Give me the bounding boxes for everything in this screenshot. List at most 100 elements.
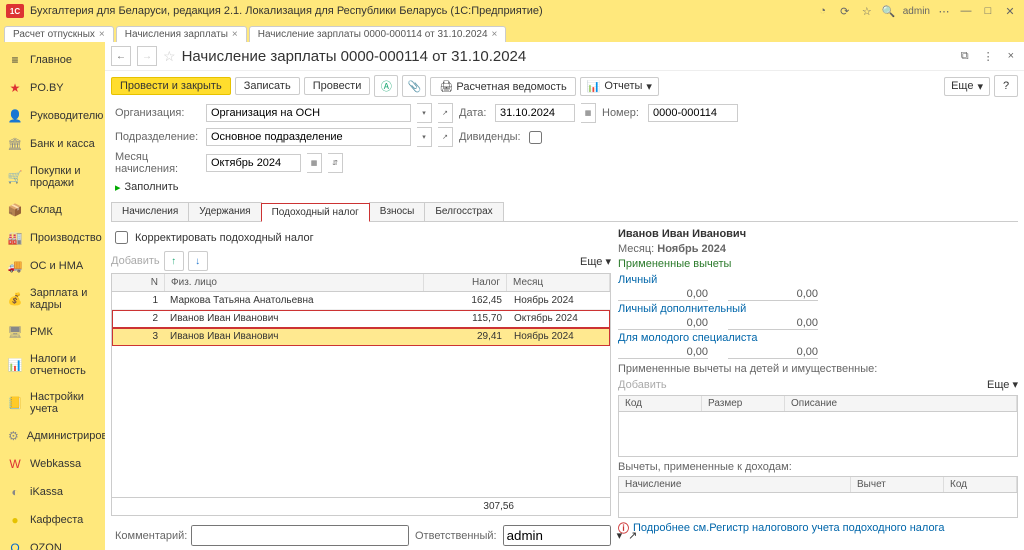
nav-item[interactable]: ★PO.BY [0, 74, 105, 102]
details-pane: Иванов Иван Иванович Месяц: Ноябрь 2024 … [618, 226, 1018, 516]
help-button[interactable]: ? [994, 75, 1018, 97]
children-deduction-grid[interactable]: Код Размер Описание [618, 395, 1018, 457]
nav-item[interactable]: 💰Зарплата и кадры [0, 280, 105, 318]
nav-item[interactable]: 🛒Покупки и продажи [0, 158, 105, 196]
org-input[interactable] [206, 104, 411, 122]
spin-icon[interactable]: ⇵ [328, 153, 343, 173]
nav-item[interactable]: 📦Склад [0, 196, 105, 224]
post-close-button[interactable]: Провести и закрыть [111, 77, 231, 95]
open-icon[interactable]: ↗ [628, 529, 637, 542]
detach-icon[interactable]: ⧉ [957, 50, 973, 63]
favorite-icon[interactable]: ☆ [163, 48, 176, 65]
nav-item[interactable]: ●Каффеста [0, 506, 105, 534]
forward-button[interactable]: → [137, 46, 157, 66]
open-icon[interactable]: ↗ [438, 127, 453, 147]
history-icon[interactable]: ⟳ [837, 3, 853, 19]
date-input[interactable] [495, 104, 575, 122]
table-row[interactable]: 3Иванов Иван Иванович29,41Ноябрь 2024 [112, 328, 610, 346]
dept-input[interactable] [206, 128, 411, 146]
dropdown-icon[interactable]: ▾ [417, 127, 432, 147]
search-icon[interactable]: 🔍 [881, 3, 897, 19]
dividends-checkbox[interactable] [529, 131, 542, 144]
open-icon[interactable]: ↗ [438, 103, 453, 123]
subtab-deductions[interactable]: Удержания [188, 202, 261, 221]
move-up-icon[interactable]: ↑ [164, 251, 184, 271]
user-label[interactable]: admin [903, 3, 930, 19]
number-label: Номер: [602, 107, 642, 119]
document-tabs: Расчет отпускных× Начисления зарплаты× Н… [0, 22, 1024, 42]
tab-close-icon[interactable]: × [492, 29, 498, 40]
fav-icon[interactable]: ☆ [859, 3, 875, 19]
nav-item[interactable]: ≡Главное [0, 46, 105, 74]
month-label: Месяц начисления: [115, 151, 200, 175]
calendar-icon[interactable]: ▦ [581, 103, 596, 123]
tab-current-doc[interactable]: Начисление зарплаты 0000-000114 от 31.10… [249, 26, 507, 42]
tab-payrolls[interactable]: Начисления зарплаты× [116, 26, 247, 42]
personal-link[interactable]: Личный [618, 272, 1018, 288]
dropdown-icon[interactable]: ▾ [617, 529, 623, 542]
nav-item[interactable]: 🚚ОС и НМА [0, 252, 105, 280]
nav-item[interactable]: 🏛Банк и касса [0, 130, 105, 158]
tab-close-icon[interactable]: × [99, 29, 105, 40]
deduction-more-dropdown[interactable]: Еще ▾ [987, 378, 1018, 391]
col-month[interactable]: Месяц [507, 274, 610, 291]
subtab-accruals[interactable]: Начисления [111, 202, 189, 221]
table-row[interactable]: 1Маркова Татьяна Анатольевна162,45Ноябрь… [112, 292, 610, 310]
payroll-sheet-button[interactable]: 🖨 Расчетная ведомость [430, 77, 575, 96]
nav-item[interactable]: 🏭Производство [0, 224, 105, 252]
table-row[interactable]: 2Иванов Иван Иванович115,70Октябрь 2024 [112, 310, 610, 328]
comment-input[interactable] [191, 525, 409, 546]
close-icon[interactable]: ✕ [1002, 3, 1018, 19]
month-input[interactable] [206, 154, 301, 172]
app-logo: 1C [6, 4, 24, 18]
nav-item[interactable]: ⚙Администрирование [0, 422, 105, 450]
dropdown-icon[interactable]: ▾ [417, 103, 432, 123]
subtab-belgosstrakh[interactable]: Белгосстрах [424, 202, 503, 221]
menu-icon[interactable]: ⋮ [979, 50, 998, 63]
nav-item[interactable]: 📊Налоги и отчетность [0, 346, 105, 384]
calendar-icon[interactable]: ▦ [307, 153, 322, 173]
settings-icon[interactable]: ⋯ [936, 3, 952, 19]
nav-icon[interactable]: ◔ [815, 3, 831, 19]
income-deduction-grid[interactable]: Начисление Вычет Код [618, 476, 1018, 518]
minimize-icon[interactable]: — [958, 3, 974, 19]
bottom-bar: Комментарий: Ответственный: ▾ ↗ [105, 520, 1024, 550]
col-tax[interactable]: Налог [424, 274, 507, 291]
fill-button[interactable]: ▸Заполнить [115, 181, 179, 194]
move-down-icon[interactable]: ↓ [188, 251, 208, 271]
back-button[interactable]: ← [111, 46, 131, 66]
add-row-button[interactable]: Добавить [111, 255, 160, 267]
nav-item[interactable]: WWebkassa [0, 450, 105, 478]
col-number[interactable]: N [112, 274, 165, 291]
write-button[interactable]: Записать [235, 77, 300, 95]
personal-add-link[interactable]: Личный дополнительный [618, 301, 1018, 317]
number-input[interactable] [648, 104, 738, 122]
more-dropdown[interactable]: Еще ▾ [944, 77, 990, 96]
org-label: Организация: [115, 107, 200, 119]
document-content: ← → ☆ Начисление зарплаты 0000-000114 от… [105, 42, 1024, 550]
col-person[interactable]: Физ. лицо [165, 274, 424, 291]
nav-item[interactable]: 👤Руководителю [0, 102, 105, 130]
nav-item[interactable]: 🖥РМК [0, 318, 105, 346]
nav-item[interactable]: ◐iKassa [0, 478, 105, 506]
post-button[interactable]: Провести [304, 77, 371, 95]
dividends-label: Дивиденды: [459, 131, 519, 143]
add-deduction-button[interactable]: Добавить [618, 379, 667, 391]
attach-icon[interactable]: 📎 [402, 75, 426, 97]
person-name: Иванов Иван Иванович [618, 226, 1018, 242]
grid-more-dropdown[interactable]: Еще ▾ [580, 255, 611, 268]
responsible-input[interactable] [503, 525, 611, 546]
reports-dropdown[interactable]: 📊 Отчеты ▾ [580, 77, 659, 96]
correct-tax-checkbox[interactable] [115, 231, 128, 244]
subtab-contributions[interactable]: Взносы [369, 202, 426, 221]
tab-vacation[interactable]: Расчет отпускных× [4, 26, 114, 42]
dk-icon[interactable]: Ⓐ [374, 75, 398, 97]
maximize-icon[interactable]: □ [980, 3, 996, 19]
nav-item[interactable]: OOZON [0, 534, 105, 550]
subtab-income-tax[interactable]: Подоходный налог [261, 203, 370, 222]
nav-sidebar: ≡Главное★PO.BY👤Руководителю🏛Банк и касса… [0, 42, 105, 550]
young-specialist-link[interactable]: Для молодого специалиста [618, 330, 1018, 346]
close-doc-icon[interactable]: × [1004, 50, 1018, 62]
nav-item[interactable]: 📒Настройки учета [0, 384, 105, 422]
tab-close-icon[interactable]: × [232, 29, 238, 40]
